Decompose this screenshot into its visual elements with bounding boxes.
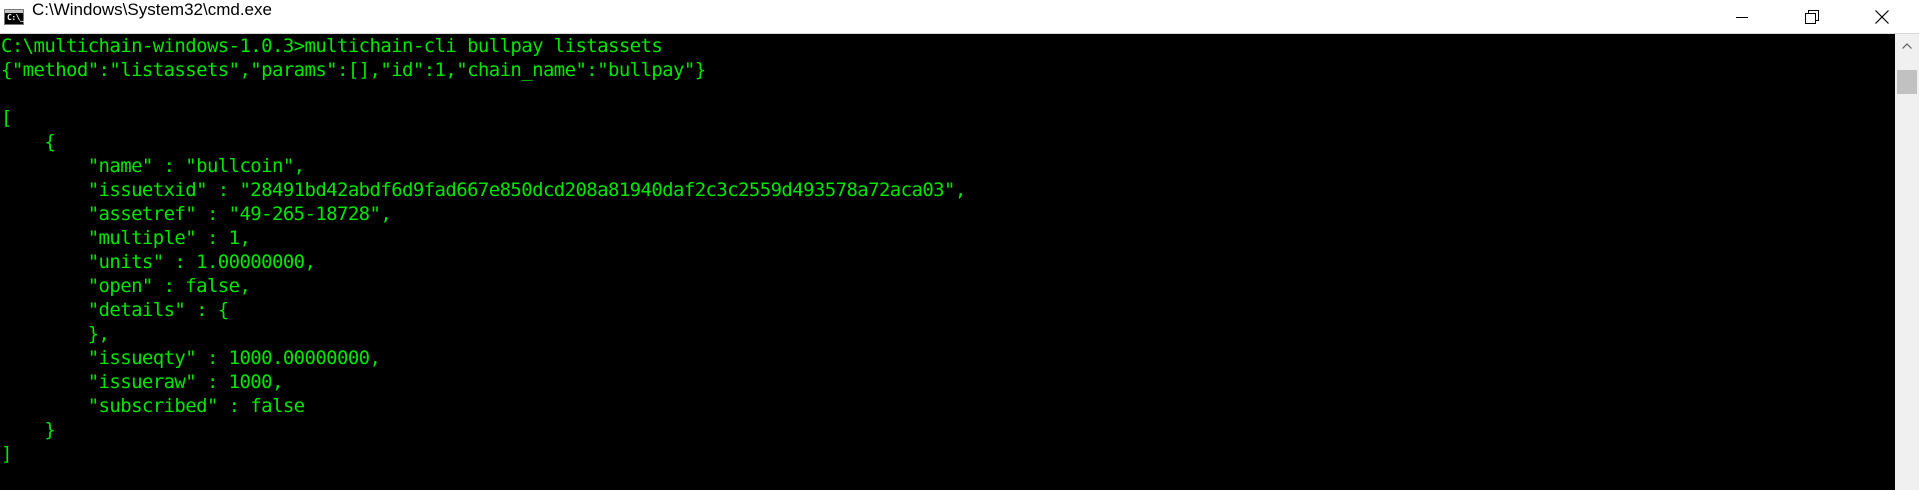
console-line: "issueqty" : 1000.00000000,: [1, 347, 381, 369]
console-line: [1, 82, 1895, 106]
console-line: "assetref" : "49-265-18728",: [1, 203, 392, 225]
vertical-scrollbar[interactable]: [1895, 34, 1919, 490]
console-line: {: [1, 131, 56, 153]
console-line: "multiple" : 1,: [1, 227, 251, 249]
console-line: C:\multichain-windows-1.0.3>multichain-c…: [1, 35, 663, 57]
title-bar[interactable]: C:\_ C:\Windows\System32\cmd.exe: [0, 0, 1919, 34]
console-line: [: [1, 107, 12, 129]
console-line: "open" : false,: [1, 275, 251, 297]
console-output[interactable]: C:\multichain-windows-1.0.3>multichain-c…: [0, 34, 1895, 490]
cmd-icon[interactable]: C:\_: [4, 9, 25, 25]
close-icon: [1875, 9, 1889, 24]
close-button[interactable]: [1852, 0, 1912, 33]
console-line: ]: [1, 443, 12, 465]
console-line: }: [1, 419, 56, 441]
console-line: "name" : "bullcoin",: [1, 155, 305, 177]
console-line: },: [1, 323, 110, 345]
console-line: "units" : 1.00000000,: [1, 251, 316, 273]
console-line: "details" : {: [1, 299, 230, 321]
cmd-icon-label: C:\_: [7, 13, 25, 22]
window-title: C:\Windows\System32\cmd.exe: [32, 0, 272, 19]
minimize-button[interactable]: [1712, 0, 1772, 33]
maximize-button[interactable]: [1782, 0, 1842, 33]
chevron-up-icon: [1902, 43, 1912, 49]
maximize-icon: [1805, 9, 1819, 24]
console-line: {"method":"listassets","params":[],"id":…: [1, 59, 706, 81]
minimize-icon: [1736, 16, 1748, 18]
scroll-thumb[interactable]: [1897, 70, 1917, 94]
console-line: "subscribed" : false: [1, 395, 305, 417]
scroll-up-button[interactable]: [1895, 34, 1919, 58]
cmd-window: C:\_ C:\Windows\System32\cmd.exe C:\mult…: [0, 0, 1919, 490]
console-line: "issueraw" : 1000,: [1, 371, 284, 393]
console-line: "issuetxid" : "28491bd42abdf6d9fad667e85…: [1, 179, 967, 201]
